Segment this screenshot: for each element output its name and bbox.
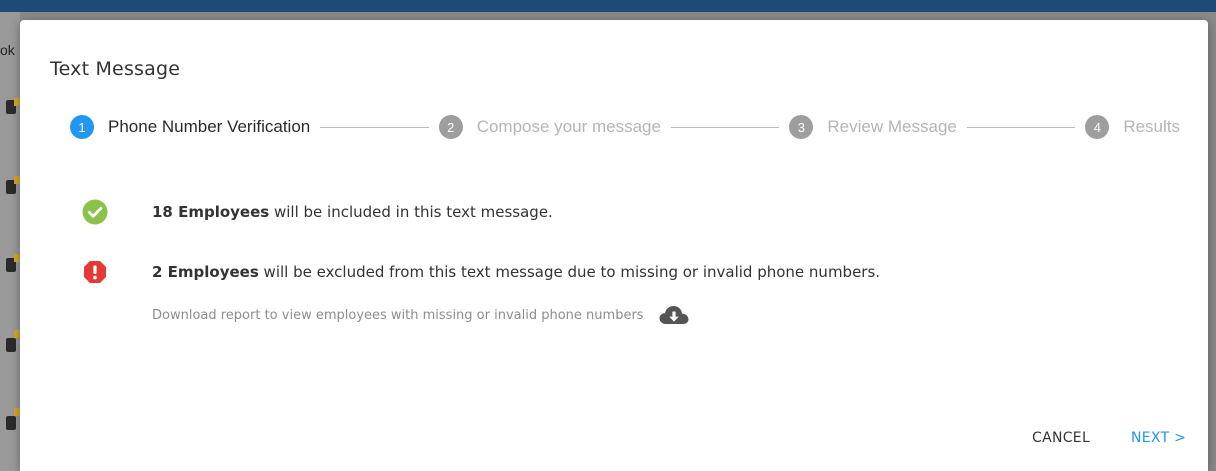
excluded-message: 2 Employees will be excluded from this t… — [152, 263, 880, 281]
step-review-message[interactable]: 3 Review Message — [789, 115, 957, 139]
cloud-download-icon[interactable] — [658, 304, 690, 326]
step-results[interactable]: 4 Results — [1085, 115, 1180, 139]
step-label: Results — [1123, 117, 1180, 136]
step-phone-verification[interactable]: 1 Phone Number Verification — [70, 115, 310, 139]
step-label: Review Message — [827, 117, 957, 136]
step-connector — [966, 126, 1076, 128]
background-row-icon — [6, 416, 16, 430]
background-row-icon — [6, 338, 16, 352]
text-message-dialog: Text Message 1 Phone Number Verification… — [20, 20, 1208, 471]
step-label: Compose your message — [476, 117, 661, 136]
step-label: Phone Number Verification — [108, 117, 311, 136]
step-number-badge: 1 — [70, 115, 94, 139]
included-status-row: 18 Employees will be included in this te… — [82, 199, 553, 225]
dialog-title: Text Message — [50, 58, 181, 80]
check-circle-icon — [82, 199, 108, 225]
step-number-badge: 2 — [438, 115, 463, 139]
excluded-status-row: 2 Employees will be excluded from this t… — [82, 259, 880, 285]
error-octagon-icon — [82, 259, 108, 285]
background-partial-text: ok — [0, 42, 15, 58]
excluded-count: 2 Employees — [152, 263, 259, 281]
wizard-stepper: 1 Phone Number Verification 2 Compose yo… — [70, 115, 1180, 139]
step-compose-message[interactable]: 2 Compose your message — [438, 115, 661, 139]
step-number-badge: 4 — [1085, 115, 1110, 139]
included-message: 18 Employees will be included in this te… — [152, 203, 553, 221]
cancel-button[interactable]: CANCEL — [1032, 430, 1090, 446]
step-number-badge: 3 — [789, 115, 814, 139]
download-report-row: Download report to view employees with m… — [152, 304, 690, 326]
included-text: will be included in this text message. — [269, 203, 553, 221]
step-connector — [320, 126, 429, 128]
background-list-strip — [0, 12, 20, 471]
app-header-bar — [0, 0, 1216, 12]
download-report-text: Download report to view employees with m… — [152, 307, 644, 323]
excluded-text: will be excluded from this text message … — [258, 263, 881, 281]
step-connector — [670, 126, 780, 128]
next-button[interactable]: NEXT > — [1131, 430, 1186, 446]
included-count: 18 Employees — [152, 203, 270, 221]
